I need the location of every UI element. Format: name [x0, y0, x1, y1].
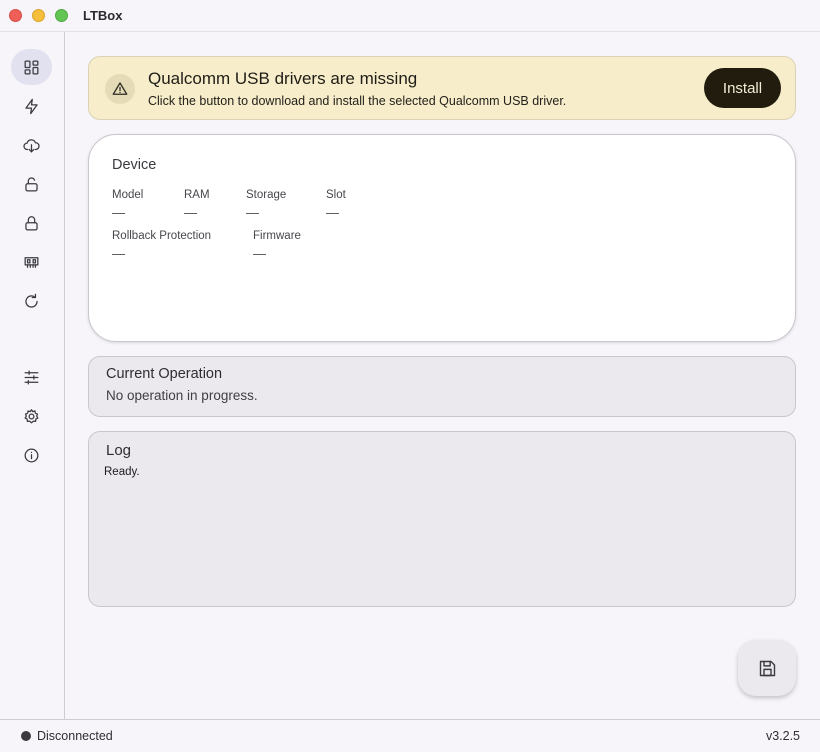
- close-window-button[interactable]: [9, 9, 22, 22]
- lock-icon: [25, 215, 38, 230]
- tune-sliders-icon: [24, 370, 39, 384]
- window-controls: [9, 9, 68, 22]
- sidebar-item-tune[interactable]: [11, 359, 52, 395]
- dashboard-icon: [24, 60, 39, 74]
- current-operation-title: Current Operation: [106, 366, 223, 382]
- main-content: Qualcomm USB drivers are missing Click t…: [66, 32, 820, 719]
- sidebar-item-download[interactable]: [11, 127, 52, 163]
- ram-label: RAM: [184, 189, 210, 201]
- memory-chip-icon: [24, 256, 39, 268]
- log-title: Log: [106, 442, 132, 459]
- sidebar-item-flash[interactable]: [11, 88, 52, 124]
- settings-gear-icon: [24, 408, 39, 423]
- device-field-model: Model —: [112, 189, 143, 220]
- minimize-window-button[interactable]: [32, 9, 45, 22]
- app-title: LTBox: [83, 8, 123, 23]
- storage-label: Storage: [246, 189, 287, 201]
- slot-value: —: [326, 205, 339, 220]
- status-bar: Disconnected v3.2.5: [0, 719, 820, 752]
- save-log-button[interactable]: [738, 640, 796, 696]
- sidebar-item-dashboard[interactable]: [11, 49, 52, 85]
- refresh-icon: [25, 293, 38, 308]
- firmware-value: —: [253, 246, 266, 261]
- current-operation-status: No operation in progress.: [106, 388, 258, 403]
- sidebar-item-info[interactable]: [11, 437, 52, 473]
- storage-value: —: [246, 205, 259, 220]
- slot-label: Slot: [326, 189, 346, 201]
- device-field-firmware: Firmware —: [253, 230, 301, 261]
- model-label: Model: [112, 189, 144, 201]
- banner-description: Click the button to download and install…: [148, 94, 567, 108]
- device-card: Device Model — RAM — Storage — Slot — Ro…: [88, 134, 796, 342]
- sidebar-item-settings[interactable]: [11, 398, 52, 434]
- log-panel[interactable]: Log Ready.: [88, 431, 796, 607]
- model-value: —: [112, 205, 125, 220]
- driver-warning-banner: Qualcomm USB drivers are missing Click t…: [88, 56, 796, 120]
- device-field-storage: Storage —: [246, 189, 286, 220]
- ram-value: —: [184, 205, 197, 220]
- log-text: Ready.: [104, 466, 140, 478]
- flash-icon: [25, 98, 38, 114]
- cloud-download-icon: [23, 138, 40, 152]
- current-operation-card: Current Operation No operation in progre…: [88, 356, 796, 417]
- rollback-label: Rollback Protection: [112, 230, 212, 242]
- sidebar-item-refresh[interactable]: [11, 283, 52, 319]
- sidebar-item-unlock[interactable]: [11, 166, 52, 202]
- app-version: v3.2.5: [765, 729, 800, 743]
- unlock-icon: [25, 176, 38, 191]
- install-driver-button[interactable]: Install: [704, 68, 781, 108]
- device-field-rollback: Rollback Protection —: [112, 230, 211, 261]
- info-icon: [24, 448, 39, 462]
- device-field-slot: Slot —: [326, 189, 346, 220]
- device-field-ram: RAM —: [184, 189, 210, 220]
- sidebar: [0, 32, 65, 719]
- device-card-title: Device: [112, 157, 157, 173]
- rollback-value: —: [112, 246, 125, 261]
- banner-title: Qualcomm USB drivers are missing: [148, 69, 418, 88]
- sidebar-item-lock[interactable]: [11, 205, 52, 241]
- firmware-label: Firmware: [253, 230, 301, 242]
- sidebar-item-memory[interactable]: [11, 244, 52, 280]
- warning-icon: [105, 74, 135, 104]
- connection-status: Disconnected: [37, 729, 113, 743]
- maximize-window-button[interactable]: [55, 9, 68, 22]
- save-icon: [759, 660, 775, 676]
- connection-status-dot: [21, 731, 31, 741]
- title-bar: LTBox: [0, 0, 820, 32]
